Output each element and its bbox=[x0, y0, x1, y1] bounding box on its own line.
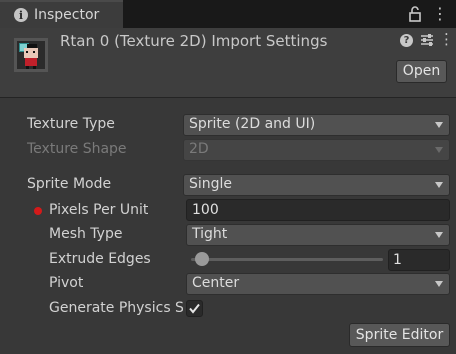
pivot-row: Pivot Center bbox=[0, 272, 456, 296]
header-title: Rtan 0 (Texture 2D) Import Settings bbox=[60, 32, 328, 50]
kebab-menu-icon[interactable]: ⋮ bbox=[432, 4, 448, 24]
open-button[interactable]: Open bbox=[396, 60, 447, 83]
info-icon: i bbox=[14, 8, 28, 22]
texture-type-dropdown[interactable]: Sprite (2D and UI) bbox=[183, 114, 450, 136]
texture-thumbnail bbox=[14, 38, 48, 72]
extrude-edges-slider-track[interactable] bbox=[191, 258, 383, 261]
tab-inspector[interactable]: i Inspector bbox=[0, 0, 123, 28]
texture-shape-value: 2D bbox=[189, 141, 209, 157]
sprite-mode-row: Sprite Mode Single bbox=[0, 173, 456, 197]
texture-shape-label: Texture Shape bbox=[27, 141, 127, 157]
texture-type-value: Sprite (2D and UI) bbox=[189, 116, 316, 132]
pivot-value: Center bbox=[192, 275, 240, 291]
help-icon[interactable]: ? bbox=[400, 34, 413, 47]
generate-physics-shape-checkbox[interactable] bbox=[186, 300, 203, 317]
import-settings-header: Rtan 0 (Texture 2D) Import Settings ? ⋮ … bbox=[0, 28, 456, 98]
pivot-dropdown[interactable]: Center bbox=[186, 273, 450, 295]
generate-physics-shape-label: Generate Physics Shape bbox=[49, 300, 183, 316]
mesh-type-dropdown[interactable]: Tight bbox=[186, 224, 450, 246]
sprite-mode-value: Single bbox=[189, 176, 233, 192]
pixels-per-unit-value: 100 bbox=[192, 202, 219, 218]
texture-shape-row: Texture Shape 2D bbox=[0, 138, 456, 162]
preset-sliders-icon[interactable] bbox=[419, 32, 435, 48]
sprite-mode-label: Sprite Mode bbox=[27, 176, 112, 192]
mesh-type-value: Tight bbox=[192, 226, 228, 242]
chevron-down-icon bbox=[435, 147, 443, 153]
texture-type-label: Texture Type bbox=[27, 116, 115, 132]
tab-label: Inspector bbox=[34, 7, 100, 23]
generate-physics-shape-row: Generate Physics Shape bbox=[0, 297, 456, 321]
extrude-edges-value: 1 bbox=[393, 252, 402, 268]
sprite-mode-dropdown[interactable]: Single bbox=[183, 174, 450, 196]
texture-type-row: Texture Type Sprite (2D and UI) bbox=[0, 113, 456, 137]
pixels-per-unit-label: Pixels Per Unit bbox=[49, 202, 149, 218]
mesh-type-label: Mesh Type bbox=[49, 226, 123, 242]
chevron-down-icon bbox=[435, 232, 443, 238]
tab-bar: i Inspector ⋮ bbox=[0, 0, 456, 28]
extrude-edges-field[interactable]: 1 bbox=[388, 249, 450, 271]
override-indicator-icon bbox=[34, 207, 42, 215]
mesh-type-row: Mesh Type Tight bbox=[0, 223, 456, 247]
chevron-down-icon bbox=[435, 281, 443, 287]
header-kebab-menu-icon[interactable]: ⋮ bbox=[439, 30, 454, 48]
pivot-label: Pivot bbox=[49, 275, 84, 291]
pixels-per-unit-field[interactable]: 100 bbox=[186, 199, 450, 221]
chevron-down-icon bbox=[435, 182, 443, 188]
extrude-edges-label: Extrude Edges bbox=[49, 251, 151, 267]
extrude-edges-slider-handle[interactable] bbox=[195, 252, 210, 266]
sprite-editor-button[interactable]: Sprite Editor bbox=[349, 323, 450, 347]
lock-icon[interactable] bbox=[408, 5, 422, 23]
texture-shape-dropdown: 2D bbox=[183, 139, 450, 161]
pixels-per-unit-row: Pixels Per Unit 100 bbox=[0, 199, 456, 223]
extrude-edges-row: Extrude Edges 1 bbox=[0, 248, 456, 272]
checkmark-icon bbox=[189, 303, 200, 314]
chevron-down-icon bbox=[435, 122, 443, 128]
